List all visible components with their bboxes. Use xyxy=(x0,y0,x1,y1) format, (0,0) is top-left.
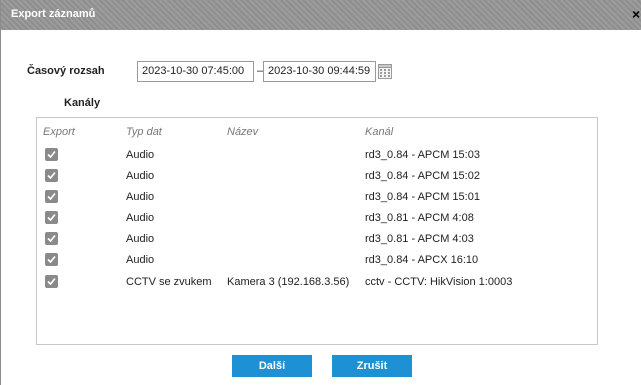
dialog-title: Export záznamů xyxy=(11,8,96,20)
cell-channel: rd3_0.81 - APCM 4:08 xyxy=(365,212,474,224)
table-row[interactable]: Audio rd3_0.84 - APCM 15:03 xyxy=(37,146,597,167)
cell-channel: rd3_0.84 - APCX 16:10 xyxy=(365,254,479,266)
calendar-icon[interactable] xyxy=(378,63,392,79)
export-checkbox[interactable] xyxy=(45,211,58,224)
cell-type: Audio xyxy=(126,254,155,266)
cell-channel: rd3_0.81 - APCM 4:03 xyxy=(365,233,474,245)
next-button[interactable]: Další xyxy=(232,355,312,377)
table-row[interactable]: CCTV se zvukem Kamera 3 (192.168.3.56) c… xyxy=(37,273,597,294)
export-checkbox[interactable] xyxy=(45,190,58,203)
table-row[interactable]: Audio rd3_0.84 - APCM 15:01 xyxy=(37,188,597,209)
date-from-input[interactable]: 2023-10-30 07:45:00 xyxy=(137,61,254,82)
cell-type: Audio xyxy=(126,212,155,224)
header-channel: Kanál xyxy=(365,126,394,138)
channels-label: Kanály xyxy=(64,97,101,109)
header-export: Export xyxy=(43,126,75,138)
export-checkbox[interactable] xyxy=(45,148,58,161)
dialog-titlebar[interactable]: Export záznamů × xyxy=(1,0,641,30)
export-checkbox[interactable] xyxy=(45,232,58,245)
cell-name: Kamera 3 (192.168.3.56) xyxy=(227,276,350,288)
table-row[interactable]: Audio rd3_0.81 - APCM 4:08 xyxy=(37,209,597,230)
cell-type: Audio xyxy=(126,191,155,203)
cell-type: Audio xyxy=(126,233,155,245)
cell-channel: rd3_0.84 - APCM 15:03 xyxy=(365,149,480,161)
table-row[interactable]: Audio rd3_0.81 - APCM 4:03 xyxy=(37,230,597,251)
table-row[interactable]: Audio rd3_0.84 - APCX 16:10 xyxy=(37,251,597,272)
export-checkbox[interactable] xyxy=(45,169,58,182)
channels-table: Export Typ dat Název Kanál Audio rd3_0.8… xyxy=(36,117,598,345)
cancel-button[interactable]: Zrušit xyxy=(332,355,412,377)
header-type: Typ dat xyxy=(126,126,162,138)
cell-channel: rd3_0.84 - APCM 15:02 xyxy=(365,170,480,182)
cell-type: CCTV se zvukem xyxy=(126,276,212,288)
close-icon[interactable]: × xyxy=(632,6,641,22)
cell-type: Audio xyxy=(126,149,155,161)
header-name: Název xyxy=(227,126,259,138)
time-range-label: Časový rozsah xyxy=(27,65,105,77)
export-checkbox[interactable] xyxy=(45,253,58,266)
export-dialog: Export záznamů × Časový rozsah 2023-10-3… xyxy=(0,0,641,385)
export-checkbox[interactable] xyxy=(45,275,58,288)
table-row[interactable]: Audio rd3_0.84 - APCM 15:02 xyxy=(37,167,597,188)
cell-type: Audio xyxy=(126,170,155,182)
cell-channel: rd3_0.84 - APCM 15:01 xyxy=(365,191,480,203)
cell-channel: cctv - CCTV: HikVision 1:0003 xyxy=(365,276,513,288)
date-to-input[interactable]: 2023-10-30 09:44:59 xyxy=(263,61,376,82)
